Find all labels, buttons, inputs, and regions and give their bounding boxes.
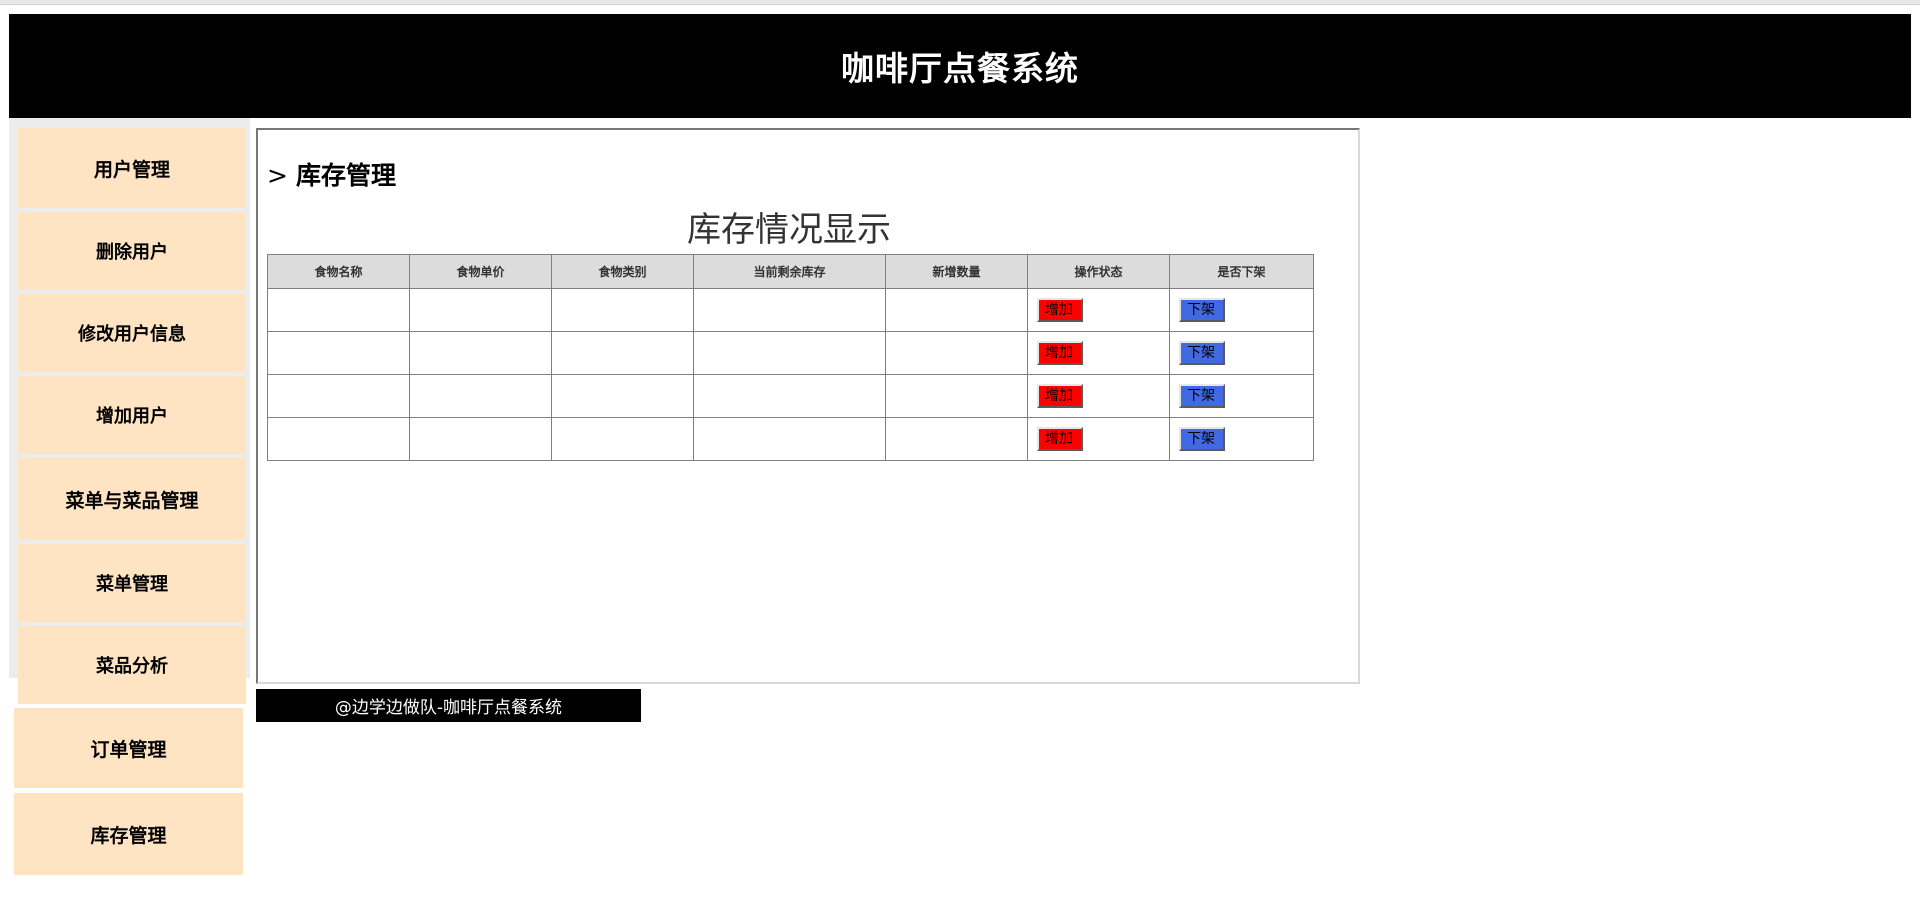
take-down-button[interactable]: 下架 xyxy=(1179,341,1225,365)
cell-operation: 增加 xyxy=(1027,417,1170,461)
sidebar-item-label: 用户管理 xyxy=(93,158,170,181)
sidebar-item-label: 订单管理 xyxy=(90,738,167,761)
sidebar-item-label: 修改用户信息 xyxy=(78,324,186,345)
table-header-row: 食物名称 食物单价 食物类别 当前剩余库存 新增数量 操作状态 是否下架 xyxy=(267,254,1314,289)
cell-food-name xyxy=(267,374,410,418)
sidebar-item-label: 菜单与菜品管理 xyxy=(65,489,199,512)
inventory-table: 食物名称 食物单价 食物类别 当前剩余库存 新增数量 操作状态 是否下架 增加 … xyxy=(267,254,1314,461)
breadcrumb: > 库存管理 xyxy=(267,156,396,192)
table-row: 增加 下架 xyxy=(267,288,1314,332)
sidebar-item-delete-user[interactable]: 删除用户 xyxy=(18,212,246,290)
cell-food-category xyxy=(551,331,694,375)
cell-food-name xyxy=(267,417,410,461)
cell-food-category xyxy=(551,374,694,418)
sidebar-item-inventory-management[interactable]: 库存管理 xyxy=(14,793,243,875)
sidebar-item-dish-analysis[interactable]: 菜品分析 xyxy=(18,626,246,704)
sidebar-item-edit-user-info[interactable]: 修改用户信息 xyxy=(18,294,246,372)
cell-take-down: 下架 xyxy=(1169,288,1314,332)
breadcrumb-separator: > xyxy=(267,161,288,190)
cell-take-down: 下架 xyxy=(1169,417,1314,461)
cell-add-quantity[interactable] xyxy=(885,374,1028,418)
cell-food-category xyxy=(551,288,694,332)
sidebar-item-label: 菜品分析 xyxy=(96,656,168,677)
column-header-add-quantity: 新增数量 xyxy=(885,254,1028,289)
sidebar-item-label: 增加用户 xyxy=(96,406,168,427)
cell-operation: 增加 xyxy=(1027,331,1170,375)
add-button[interactable]: 增加 xyxy=(1037,427,1083,451)
cell-take-down: 下架 xyxy=(1169,374,1314,418)
page-title: 库存管理 xyxy=(295,161,396,190)
cell-food-price xyxy=(409,288,552,332)
sidebar-item-menu-dish-management[interactable]: 菜单与菜品管理 xyxy=(18,458,246,540)
take-down-button[interactable]: 下架 xyxy=(1179,384,1225,408)
table-row: 增加 下架 xyxy=(267,374,1314,418)
cell-take-down: 下架 xyxy=(1169,331,1314,375)
take-down-button[interactable]: 下架 xyxy=(1179,298,1225,322)
sidebar-item-menu-management[interactable]: 菜单管理 xyxy=(18,544,246,622)
cell-current-stock xyxy=(693,288,886,332)
sidebar-item-order-management[interactable]: 订单管理 xyxy=(14,708,243,788)
cell-operation: 增加 xyxy=(1027,288,1170,332)
table-title: 库存情况显示 xyxy=(687,210,891,250)
cell-food-name xyxy=(267,331,410,375)
cell-current-stock xyxy=(693,331,886,375)
column-header-food-name: 食物名称 xyxy=(267,254,410,289)
column-header-current-stock: 当前剩余库存 xyxy=(693,254,886,289)
take-down-button[interactable]: 下架 xyxy=(1179,427,1225,451)
column-header-food-category: 食物类别 xyxy=(551,254,694,289)
table-row: 增加 下架 xyxy=(267,417,1314,461)
sidebar-item-label: 菜单管理 xyxy=(96,574,168,595)
app-header: 咖啡厅点餐系统 xyxy=(9,14,1911,118)
sidebar-item-label: 删除用户 xyxy=(96,242,168,263)
cell-add-quantity[interactable] xyxy=(885,417,1028,461)
add-button[interactable]: 增加 xyxy=(1037,341,1083,365)
cell-operation: 增加 xyxy=(1027,374,1170,418)
column-header-operation: 操作状态 xyxy=(1027,254,1170,289)
cell-food-price xyxy=(409,417,552,461)
cell-add-quantity[interactable] xyxy=(885,331,1028,375)
sidebar-item-user-management[interactable]: 用户管理 xyxy=(18,128,246,208)
browser-top-edge xyxy=(0,0,1920,5)
cell-current-stock xyxy=(693,374,886,418)
cell-food-category xyxy=(551,417,694,461)
footer-text: @边学边做队-咖啡厅点餐系统 xyxy=(334,698,563,718)
cell-food-name xyxy=(267,288,410,332)
column-header-take-down: 是否下架 xyxy=(1169,254,1314,289)
cell-food-price xyxy=(409,374,552,418)
table-row: 增加 下架 xyxy=(267,331,1314,375)
add-button[interactable]: 增加 xyxy=(1037,298,1083,322)
cell-food-price xyxy=(409,331,552,375)
sidebar-item-add-user[interactable]: 增加用户 xyxy=(18,376,246,454)
cell-add-quantity[interactable] xyxy=(885,288,1028,332)
app-title: 咖啡厅点餐系统 xyxy=(841,49,1079,88)
content-panel: > 库存管理 库存情况显示 食物名称 食物单价 食物类别 当前剩余库存 新增数量 … xyxy=(256,128,1360,684)
cell-current-stock xyxy=(693,417,886,461)
footer: @边学边做队-咖啡厅点餐系统 xyxy=(256,689,641,722)
add-button[interactable]: 增加 xyxy=(1037,384,1083,408)
sidebar-item-label: 库存管理 xyxy=(90,824,167,847)
column-header-food-price: 食物单价 xyxy=(409,254,552,289)
